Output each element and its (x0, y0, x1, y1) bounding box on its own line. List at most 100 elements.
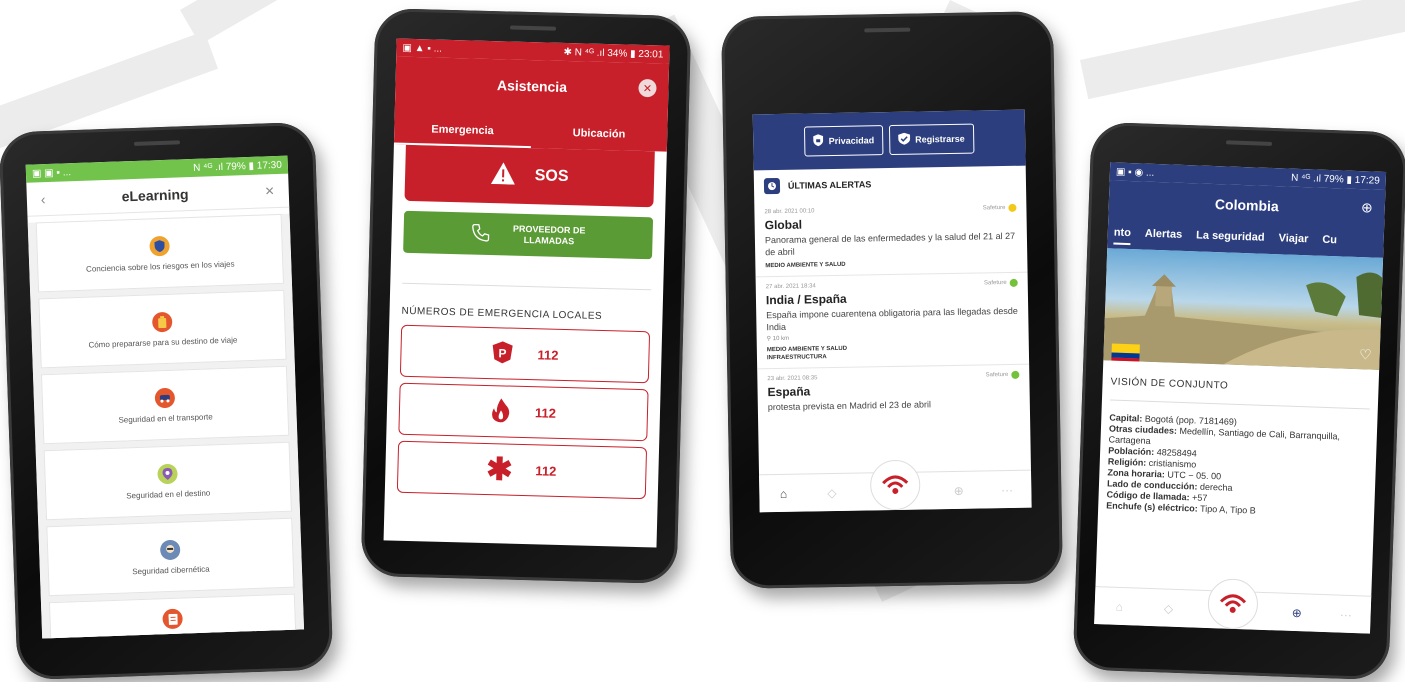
call-provider-button[interactable]: PROVEEDOR DE LLAMADAS (403, 210, 654, 260)
warning-icon (490, 161, 515, 190)
hacker-icon (159, 539, 181, 560)
background-stripe (180, 0, 374, 45)
country-photo: ♡ (1103, 248, 1384, 370)
sos-label: SOS (534, 167, 569, 186)
course-card-prepare-destination[interactable]: Cómo prepararse para su destino de viaje (38, 289, 287, 369)
course-label: Conciencia sobre los riesgos en los viaj… (85, 259, 235, 274)
alert-date: 28 abr. 2021 00:10 (764, 208, 815, 216)
alert-item[interactable]: 23 abr. 2021 08:35 Safeture España protes… (757, 365, 1030, 420)
alert-description: protesta prevista en Madrid el 23 de abr… (767, 399, 932, 413)
tab-alertas[interactable]: Alertas (1144, 228, 1183, 247)
heart-icon[interactable]: ♡ (1359, 346, 1372, 363)
globe-icon[interactable]: ⊕ (949, 480, 969, 500)
alert-date: 23 abr. 2021 08:35 (767, 375, 818, 383)
page-title: eLearning (121, 185, 189, 204)
alert-item[interactable]: 27 abr. 2021 18:34 Safeture India / Españ… (755, 272, 1030, 370)
status-right: N ⁴ᴳ .ıl 79% ▮ 17:30 (192, 159, 283, 174)
globe-crosshair-icon[interactable]: ⊕ (1361, 199, 1373, 216)
police-icon: P (491, 340, 514, 367)
sos-button[interactable]: SOS (404, 144, 655, 208)
phone-asistencia: ▣ ▲ ▪ ... ✱ N ⁴ᴳ .ıl 34% ▮ 23:01 Asisten… (360, 7, 692, 585)
alert-diamond-icon[interactable]: ◇ (1158, 598, 1179, 619)
back-icon[interactable]: ‹ (41, 191, 46, 207)
course-label: Cómo prepararse para su destino de viaje (88, 334, 238, 350)
status-right: N ⁴ᴳ .ıl 79% ▮ 17:29 (1290, 172, 1380, 187)
emergency-number: 112 (535, 462, 557, 479)
shield-icon (813, 134, 824, 148)
bottom-nav: ⌂ ◇ ⊕ ··· (759, 459, 1032, 513)
alert-source: Safeture (982, 205, 1006, 212)
medical-asterisk-icon (487, 455, 512, 484)
phone-speaker (509, 25, 557, 31)
alert-title: España (767, 384, 811, 400)
tab-viajar[interactable]: Viajar (1278, 232, 1308, 251)
status-dot-green (1009, 278, 1018, 287)
more-icon[interactable]: ··· (1336, 604, 1357, 625)
tab-seguridad[interactable]: La seguridad (1196, 229, 1265, 249)
status-right: ✱ N ⁴ᴳ .ıl 34% ▮ 23:01 (563, 46, 664, 61)
privacy-button[interactable]: Privacidad (804, 125, 884, 157)
alert-item[interactable]: 28 abr. 2021 00:10 Safeture Global Panora… (754, 197, 1028, 278)
call-provider-label: PROVEEDOR DE LLAMADAS (512, 223, 586, 247)
section-title: NÚMEROS DE EMERGENCIA LOCALES (401, 305, 603, 322)
shield-check-icon (898, 132, 911, 147)
police-number-button[interactable]: P 112 (399, 324, 651, 384)
asistencia-header: Asistencia ✕ Emergencia Ubicación (393, 56, 670, 152)
course-label: Seguridad cibernética (132, 564, 210, 576)
home-icon[interactable]: ⌂ (1109, 596, 1130, 617)
phone-call-icon (471, 222, 492, 246)
alert-description: Panorama general de las enfermedades y l… (764, 230, 1016, 258)
screen-asistencia: ▣ ▲ ▪ ... ✱ N ⁴ᴳ .ıl 34% ▮ 23:01 Asisten… (383, 38, 670, 548)
alert-diamond-icon[interactable]: ◇ (822, 482, 842, 502)
home-icon[interactable]: ⌂ (773, 483, 793, 503)
alerts-top-bar: Privacidad Registrarse (752, 109, 1026, 171)
alert-title: Global (764, 217, 803, 233)
globe-icon[interactable]: ⊕ (1286, 602, 1307, 623)
emergency-number: 112 (534, 404, 557, 421)
transport-icon (154, 387, 176, 408)
tab-cultura[interactable]: Cu (1322, 234, 1337, 253)
alerts-heading-label: ÚLTIMAS ALERTAS (787, 179, 872, 191)
shield-icon (149, 235, 170, 256)
alert-source: Safeture (985, 371, 1009, 379)
clock-icon (763, 177, 781, 195)
screen-elearning: ▣ ▣ ▪ ... N ⁴ᴳ .ıl 79% ▮ 17:30 ‹ eLearni… (25, 155, 305, 639)
alerts-heading: ÚLTIMAS ALERTAS (754, 166, 1027, 203)
phone-speaker (133, 140, 181, 146)
course-card-destination-safety[interactable]: Seguridad en el destino (43, 441, 292, 521)
course-label: Seguridad en el destino (126, 488, 211, 500)
country-header: Colombia ⊕ nto Alertas La seguridad Viaj… (1107, 180, 1386, 258)
tab-overview[interactable]: nto (1113, 226, 1132, 246)
assistance-signal-icon[interactable] (869, 459, 921, 510)
alert-title: India / España (765, 291, 847, 308)
svg-text:P: P (498, 346, 506, 360)
course-card-risk-awareness[interactable]: Conciencia sobre los riesgos en los viaj… (35, 213, 284, 293)
status-left: ▣ ▪ ◉ ... (1115, 166, 1155, 179)
register-label: Registrarse (915, 133, 965, 145)
country-info: Capital: Bogotá (pop. 7181469) Otras ciu… (1098, 400, 1378, 533)
fire-icon (491, 397, 512, 426)
screen-colombia: ▣ ▪ ◉ ... N ⁴ᴳ .ıl 79% ▮ 17:29 Colombia … (1094, 162, 1387, 634)
register-button[interactable]: Registrarse (888, 123, 974, 156)
alert-date: 27 abr. 2021 18:34 (765, 283, 816, 291)
more-icon[interactable]: ··· (997, 479, 1017, 499)
course-label: Seguridad en el transporte (118, 411, 213, 425)
assistance-signal-icon[interactable] (1207, 577, 1259, 630)
medical-number-button[interactable]: 112 (396, 440, 648, 500)
elearning-list: Conciencia sobre los riesgos en los viaj… (27, 213, 305, 639)
tab-ubicacion[interactable]: Ubicación (530, 126, 667, 152)
tab-emergencia[interactable]: Emergencia (393, 122, 531, 149)
page-title: Asistencia (496, 77, 568, 95)
alert-tags: MEDIO AMBIENTE Y SALUD INFRAESTRUCTURA (766, 345, 848, 362)
course-card-cyber-security[interactable]: Seguridad cibernética (46, 517, 295, 597)
status-dot-yellow (1008, 203, 1017, 212)
phone-colombia: ▣ ▪ ◉ ... N ⁴ᴳ .ıl 79% ▮ 17:29 Colombia … (1072, 121, 1405, 681)
phone-elearning: ▣ ▣ ▪ ... N ⁴ᴳ .ıl 79% ▮ 17:30 ‹ eLearni… (0, 121, 334, 681)
close-icon[interactable]: ✕ (264, 184, 275, 198)
course-card-document[interactable] (48, 593, 298, 639)
luggage-icon (151, 311, 173, 332)
course-card-transport-safety[interactable]: Seguridad en el transporte (40, 365, 290, 445)
document-icon (162, 608, 183, 630)
fortress-illustration (1103, 272, 1383, 370)
fire-number-button[interactable]: 112 (398, 382, 649, 442)
